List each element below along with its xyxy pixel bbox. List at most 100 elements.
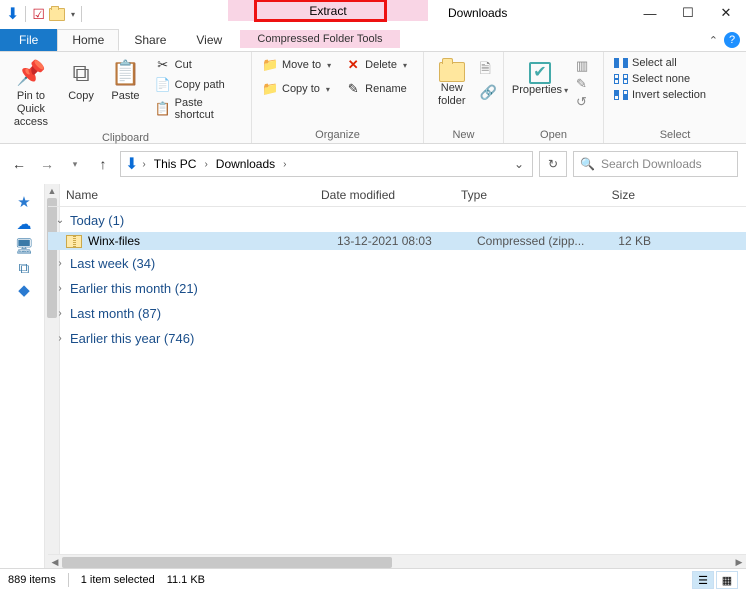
details-view-button[interactable]: ☰ <box>692 571 714 589</box>
new-folder-qat-icon[interactable] <box>49 8 65 21</box>
paste-button[interactable]: 📋 Paste <box>106 56 144 103</box>
new-folder-button[interactable]: New folder <box>430 56 474 108</box>
column-date[interactable]: Date modified <box>321 188 461 202</box>
forward-button: → <box>36 153 58 175</box>
nav-item-network[interactable]: ⧉ <box>4 258 44 278</box>
select-none-button[interactable]: Select none <box>610 72 710 86</box>
group-earlier-this-month[interactable]: ›Earlier this month (21) <box>48 275 746 300</box>
tab-share[interactable]: Share <box>119 29 181 51</box>
status-item-count: 889 items <box>8 574 56 586</box>
new-item-icon[interactable]: 🗎 <box>480 58 497 82</box>
downloads-icon: ⬇ <box>125 154 138 174</box>
ribbon-right-controls: ⌃ ? <box>709 32 740 48</box>
help-icon[interactable]: ? <box>724 32 740 48</box>
select-all-button[interactable]: Select all <box>610 56 710 70</box>
extract-tab[interactable]: Extract <box>228 2 428 19</box>
invert-selection-button[interactable]: Invert selection <box>610 88 710 102</box>
group-label-open: Open <box>510 127 597 141</box>
chevron-right-icon[interactable]: › <box>140 159 147 170</box>
copy-path-button[interactable]: 📄Copy path <box>151 76 245 94</box>
group-label-select: Select <box>610 127 740 141</box>
down-arrow-icon[interactable]: ⬇ <box>6 4 19 24</box>
copy-to-button[interactable]: 📁Copy to▾ <box>258 80 335 98</box>
file-name: Winx-files <box>88 234 337 248</box>
cut-button[interactable]: ✂Cut <box>151 56 245 74</box>
group-earlier-this-year[interactable]: ›Earlier this year (746) <box>48 325 746 350</box>
close-button[interactable]: ✕ <box>708 2 744 24</box>
easy-access-icon[interactable]: 🔗 <box>480 84 497 101</box>
edit-icon[interactable]: ✎ <box>576 76 588 92</box>
address-bar[interactable]: ⬇ › This PC › Downloads › ⌄ <box>120 151 533 177</box>
chevron-down-icon: ▾ <box>327 61 331 70</box>
delete-button[interactable]: ✕Delete▾ <box>341 56 411 74</box>
rename-icon: ✎ <box>345 81 361 97</box>
group-last-month[interactable]: ›Last month (87) <box>48 300 746 325</box>
refresh-button[interactable]: ↻ <box>539 151 567 177</box>
scrollbar-thumb[interactable] <box>62 557 392 568</box>
properties-qat-icon[interactable]: ☑ <box>32 6 45 23</box>
copy-icon: ⧉ <box>73 58 90 90</box>
minimize-button[interactable]: — <box>632 2 668 24</box>
pin-to-quick-access-button[interactable]: 📌 Pin to Quick access <box>6 56 56 130</box>
column-headers: Name Date modified Type Size <box>48 184 746 207</box>
paste-shortcut-button[interactable]: 📋Paste shortcut <box>151 96 245 122</box>
breadcrumb-downloads[interactable]: Downloads <box>212 157 279 171</box>
tab-home[interactable]: Home <box>57 29 119 51</box>
rename-button[interactable]: ✎Rename <box>341 80 411 98</box>
chevron-right-icon[interactable]: › <box>281 159 288 170</box>
ribbon-tabs: File Home Share View Compressed Folder T… <box>0 30 746 52</box>
group-today[interactable]: ⌄Today (1) <box>48 207 746 232</box>
folder-move-icon: 📁 <box>262 57 278 73</box>
large-icons-view-button[interactable]: ▦ <box>716 571 738 589</box>
delete-icon: ✕ <box>345 57 361 73</box>
tab-file[interactable]: File <box>0 29 57 51</box>
file-row-selected[interactable]: Winx-files 13-12-2021 08:03 Compressed (… <box>48 232 746 250</box>
chevron-down-icon: ▾ <box>564 86 568 95</box>
nav-item-quick-access[interactable]: ★ <box>4 192 44 212</box>
file-list: Name Date modified Type Size ⌄Today (1) … <box>48 184 746 570</box>
quick-access-toolbar: ⬇ ☑ ▾ <box>0 0 88 28</box>
separator <box>25 6 26 22</box>
shortcut-icon: 📋 <box>155 101 171 117</box>
file-date: 13-12-2021 08:03 <box>337 234 477 248</box>
folder-icon <box>439 62 465 82</box>
maximize-button[interactable]: ☐ <box>670 2 706 24</box>
navigation-pane[interactable]: ★ ☁ 🖥 ⧉ ◆ <box>0 184 48 570</box>
collapse-ribbon-icon[interactable]: ⌃ <box>709 34 718 47</box>
group-last-week[interactable]: ›Last week (34) <box>48 250 746 275</box>
invert-selection-icon <box>614 90 628 100</box>
title-bar: ⬇ ☑ ▾ Extract Downloads — ☐ ✕ <box>0 0 746 30</box>
nav-item-onedrive[interactable]: ☁ <box>4 214 44 234</box>
column-name[interactable]: Name <box>66 188 321 202</box>
recent-locations-dropdown[interactable]: ▾ <box>64 153 86 175</box>
search-box[interactable]: 🔍 Search Downloads <box>573 151 738 177</box>
file-type: Compressed (zipp... <box>477 234 595 248</box>
zip-file-icon <box>66 235 82 248</box>
separator <box>81 6 82 22</box>
column-type[interactable]: Type <box>461 188 579 202</box>
address-dropdown-icon[interactable]: ⌄ <box>510 157 528 171</box>
up-button[interactable]: ↑ <box>92 153 114 175</box>
nav-item[interactable]: ◆ <box>4 280 44 300</box>
open-icon[interactable]: ▥ <box>576 58 588 74</box>
compressed-folder-tools-label: Compressed Folder Tools <box>240 30 400 48</box>
select-all-icon <box>614 58 628 68</box>
move-to-button[interactable]: 📁Move to▾ <box>258 56 335 74</box>
column-size[interactable]: Size <box>579 188 659 202</box>
navigation-row: ← → ▾ ↑ ⬇ › This PC › Downloads › ⌄ ↻ 🔍 … <box>0 144 746 184</box>
chevron-right-icon[interactable]: › <box>202 159 209 170</box>
breadcrumb-this-pc[interactable]: This PC <box>150 157 201 171</box>
status-selected-count: 1 item selected <box>81 574 155 586</box>
window-title: Downloads <box>448 0 507 20</box>
group-organize: 📁Move to▾ 📁Copy to▾ ✕Delete▾ ✎Rename Org… <box>252 52 424 143</box>
group-open: ✔ Properties▾ ▥ ✎ ↺ Open <box>504 52 604 143</box>
group-clipboard: 📌 Pin to Quick access ⧉ Copy 📋 Paste ✂Cu… <box>0 52 252 143</box>
back-button[interactable]: ← <box>8 153 30 175</box>
copy-button[interactable]: ⧉ Copy <box>62 56 100 103</box>
status-bar: 889 items 1 item selected 11.1 KB ☰ ▦ <box>0 568 746 591</box>
properties-button[interactable]: ✔ Properties▾ <box>510 56 570 97</box>
nav-item-this-pc[interactable]: 🖥 <box>4 236 44 256</box>
history-icon[interactable]: ↺ <box>576 94 588 110</box>
qat-dropdown-icon[interactable]: ▾ <box>71 10 75 19</box>
tab-view[interactable]: View <box>181 29 237 51</box>
